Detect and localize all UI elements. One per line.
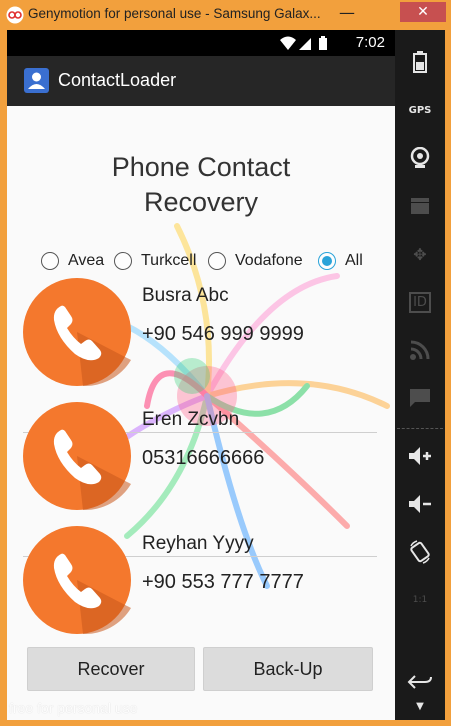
phone-avatar-icon: [23, 402, 131, 510]
rss-icon: [410, 340, 430, 360]
window-titlebar: Genymotion for personal use - Samsung Ga…: [0, 0, 451, 30]
radio-circle-icon: [114, 252, 132, 270]
close-button[interactable]: ✕: [400, 2, 446, 22]
status-time: 7:02: [355, 34, 385, 51]
contact-phone: 05316666666: [142, 447, 265, 469]
radio-checked-icon: [318, 252, 336, 270]
rss-button[interactable]: [395, 330, 445, 370]
scale-icon: 1:1: [412, 595, 428, 605]
toolbar-separator: [397, 428, 443, 429]
sms-icon: [410, 389, 430, 407]
rotate-button[interactable]: [395, 532, 445, 572]
rotate-icon: [410, 540, 430, 564]
id-icon: ID: [409, 291, 431, 313]
contact-name: Busra Abc: [142, 285, 229, 306]
contact-phone: +90 546 999 9999: [142, 323, 304, 345]
dpad-icon: ✥: [413, 244, 427, 264]
camera-icon: [410, 147, 430, 168]
radio-label: Turkcell: [141, 252, 197, 269]
radio-label: Vodafone: [235, 252, 303, 269]
wifi-icon: [280, 36, 296, 50]
more-button[interactable]: ▼: [395, 696, 445, 716]
gps-icon: GPS: [408, 104, 432, 116]
battery-icon: [319, 38, 327, 50]
battery-icon: [413, 51, 427, 73]
window-title: Genymotion for personal use - Samsung Ga…: [28, 6, 321, 21]
phone-avatar-icon: [23, 278, 131, 386]
minimize-button[interactable]: —: [334, 2, 360, 22]
media-icon: [411, 198, 429, 214]
radio-label: All: [345, 252, 363, 269]
sms-button[interactable]: [395, 378, 445, 418]
main-content: Phone Contact Recovery Avea Turkcell Vod…: [7, 106, 395, 720]
contact-name: Reyhan Yyyy: [142, 533, 254, 554]
radio-label: Avea: [68, 252, 105, 269]
contact-list-item[interactable]: Busra Abc +90 546 999 9999: [7, 278, 395, 402]
page-title: Phone Contact Recovery: [7, 150, 395, 220]
phone-avatar-icon: [23, 526, 131, 634]
device-id-button[interactable]: ID: [395, 282, 445, 322]
gps-button[interactable]: GPS: [395, 90, 445, 130]
camera-button[interactable]: [395, 138, 445, 178]
volume-up-icon: [409, 447, 431, 465]
scale-button[interactable]: 1:1: [395, 580, 445, 620]
genymotion-logo-icon: [6, 6, 24, 24]
signal-icon: [299, 38, 311, 50]
radio-circle-icon: [41, 252, 59, 270]
status-icons: [280, 36, 327, 50]
device-screen: 7:02 ContactLoader Phone Contact Recover…: [7, 30, 395, 720]
battery-button[interactable]: [395, 42, 445, 82]
radio-vodafone[interactable]: Vodafone: [208, 250, 303, 272]
emulator-toolbar: GPS ✥ ID 1:1 ▼: [395, 30, 445, 720]
radio-all[interactable]: All: [318, 250, 363, 272]
app-title: ContactLoader: [58, 70, 177, 90]
status-bar: 7:02: [7, 30, 395, 56]
dpad-button[interactable]: ✥: [395, 234, 445, 274]
volume-down-icon: [409, 495, 431, 513]
radio-circle-icon: [208, 252, 226, 270]
recover-button[interactable]: Recover: [27, 647, 195, 691]
radio-turkcell[interactable]: Turkcell: [114, 250, 196, 272]
page-title-line1: Phone Contact: [111, 152, 291, 182]
contact-phone: +90 553 777 7777: [142, 571, 304, 593]
backup-button[interactable]: Back-Up: [203, 647, 373, 691]
minimize-icon: —: [339, 2, 355, 22]
watermark-text: free for personal use: [9, 700, 138, 716]
back-icon: [407, 675, 432, 689]
volume-down-button[interactable]: [395, 484, 445, 524]
close-icon: ✕: [417, 4, 429, 20]
more-icon: ▼: [416, 700, 424, 712]
operator-radio-group: Avea Turkcell Vodafone All: [41, 250, 381, 272]
action-bar: ContactLoader: [7, 56, 395, 106]
contact-list-item[interactable]: Reyhan Yyyy +90 553 777 7777: [7, 526, 395, 650]
radio-avea[interactable]: Avea: [41, 250, 104, 272]
volume-up-button[interactable]: [395, 436, 445, 476]
contacts-app-icon[interactable]: [24, 68, 49, 93]
media-button[interactable]: [395, 186, 445, 226]
contact-name: Eren Zcvbn: [142, 409, 240, 430]
page-title-line2: Recovery: [143, 187, 259, 217]
contact-list-item[interactable]: Eren Zcvbn 05316666666: [7, 402, 395, 526]
